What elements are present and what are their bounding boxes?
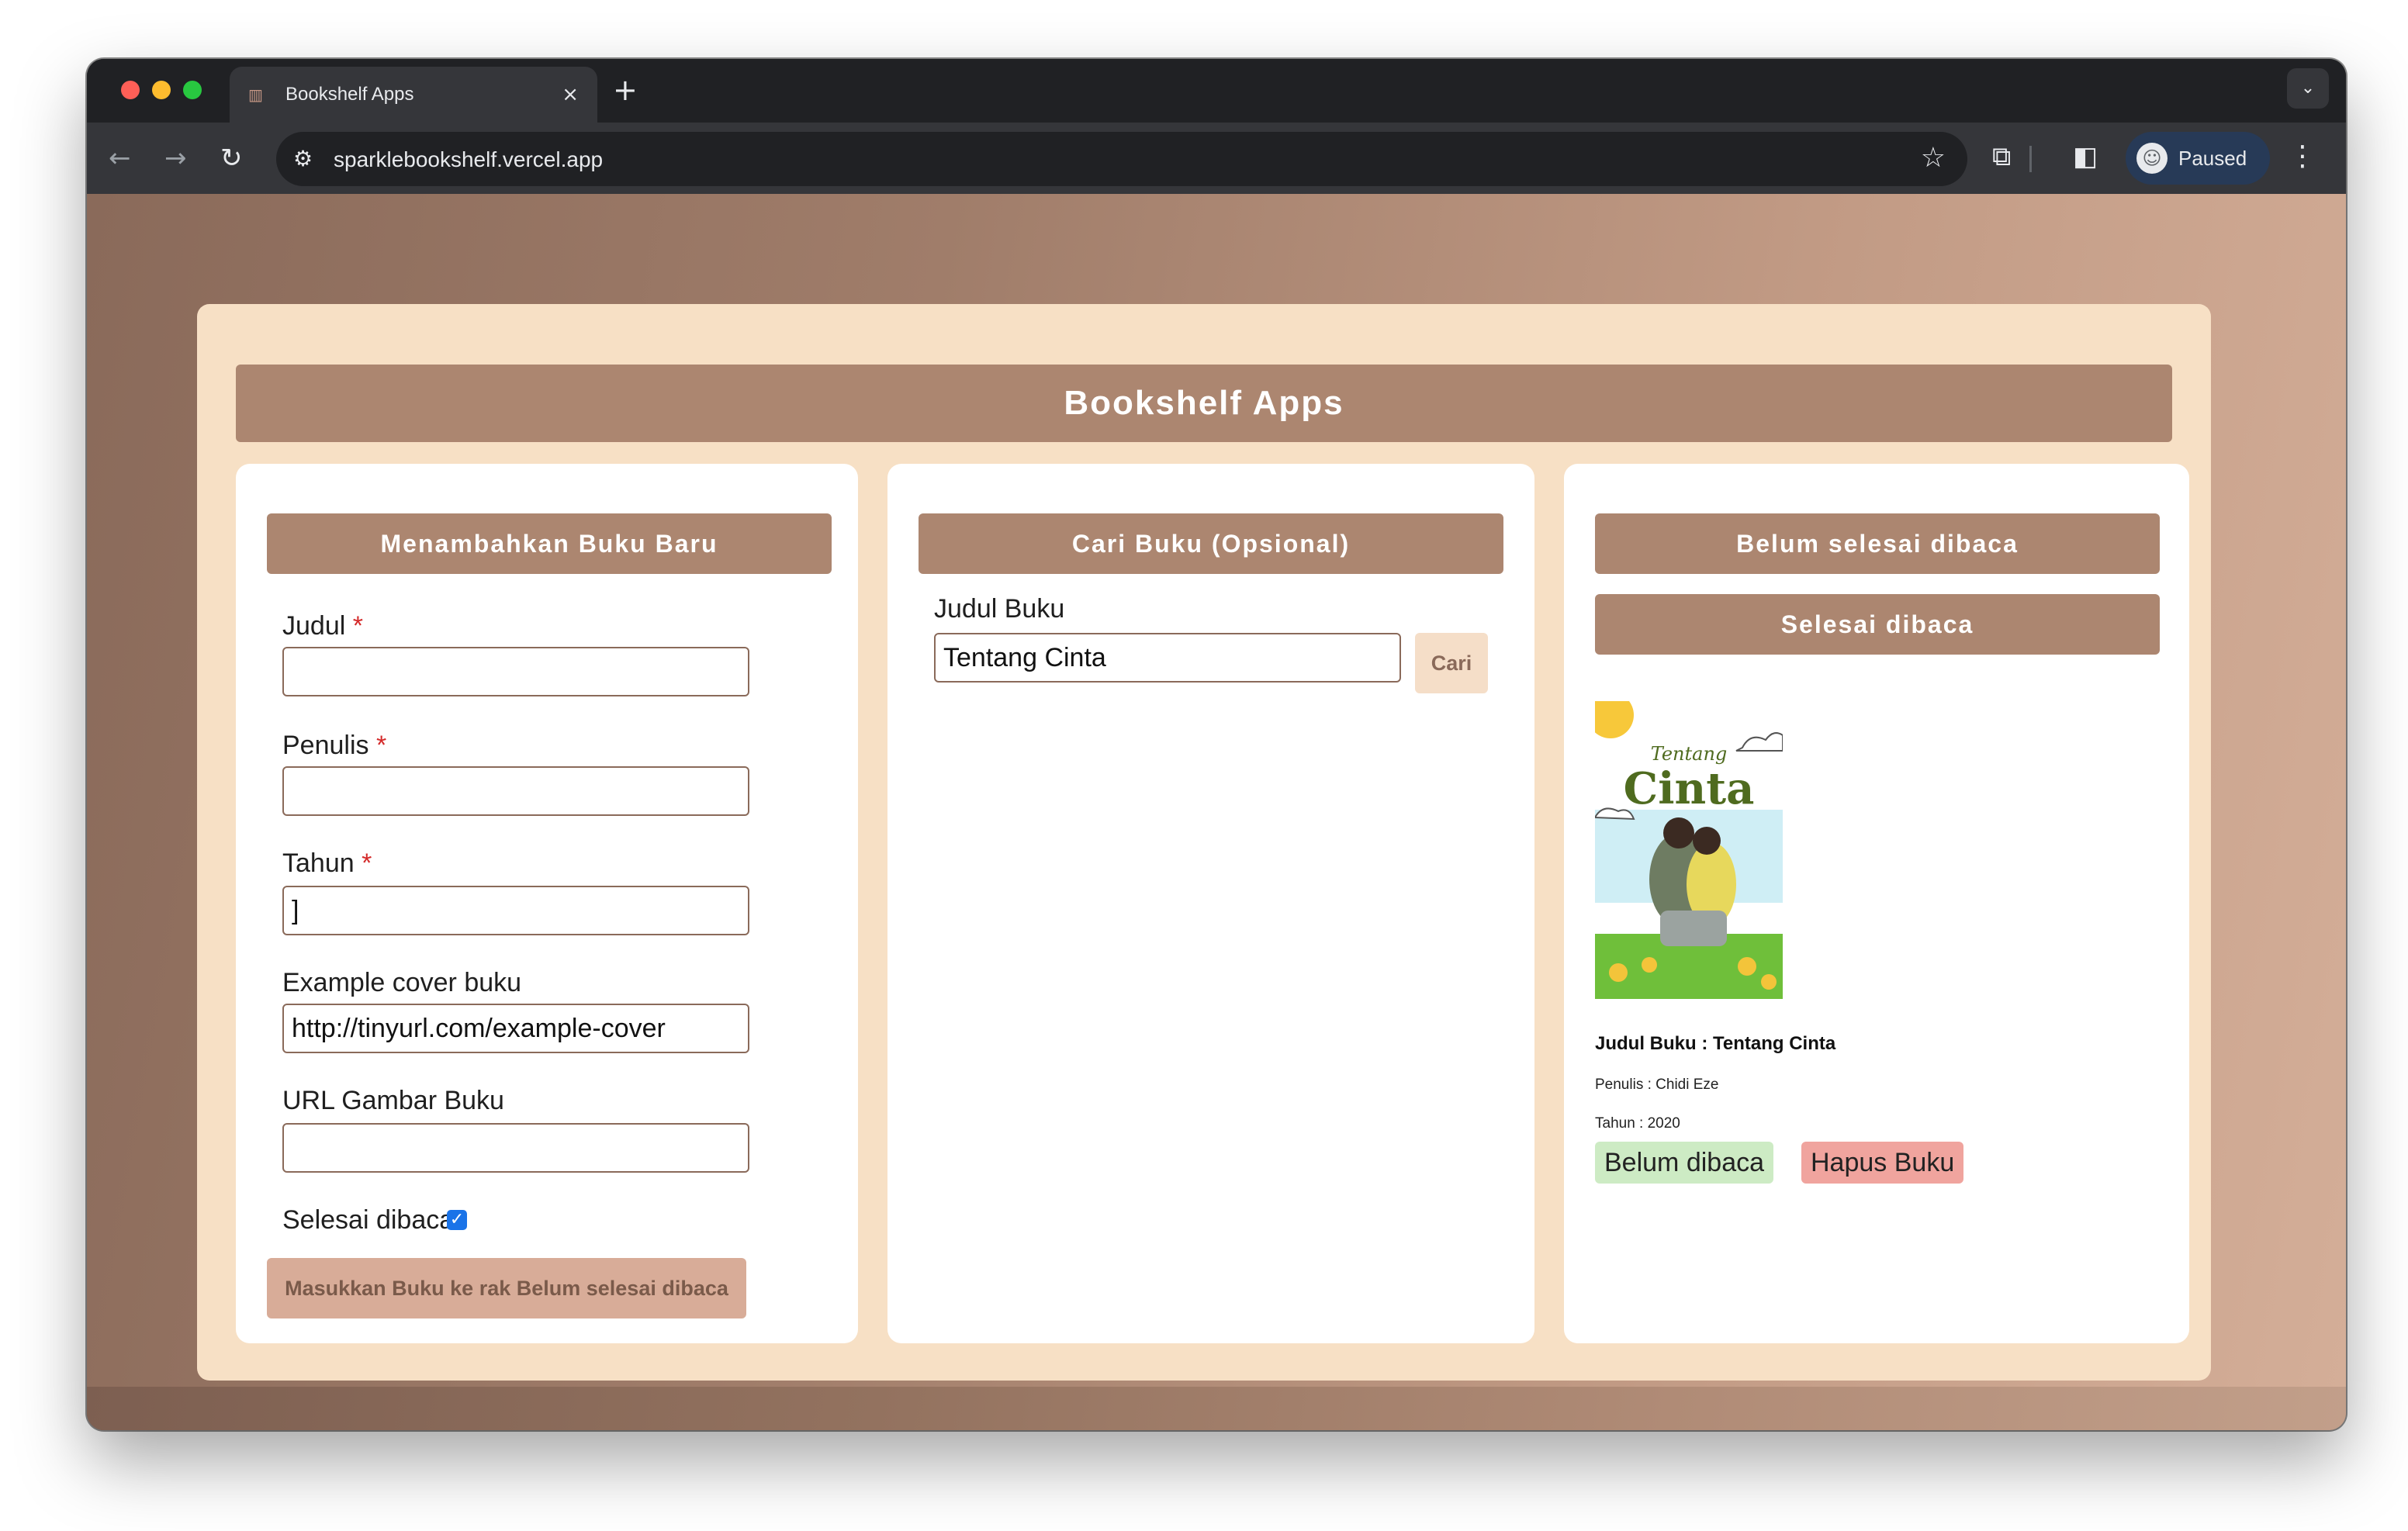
delete-book-button[interactable]: Hapus Buku (1801, 1142, 1964, 1184)
title-input[interactable] (282, 647, 749, 696)
page-viewport: Bookshelf Apps Menambahkan Buku Baru Jud… (87, 194, 2346, 1430)
finished-checkbox-label: Selesai dibaca (282, 1205, 455, 1235)
sidepanel-icon[interactable]: ◧ (2073, 141, 2098, 172)
image-url-input[interactable] (282, 1123, 749, 1173)
cover-title-main: Cinta (1624, 763, 1755, 814)
year-input[interactable]: ] (282, 886, 749, 935)
tab-search-dropdown-icon[interactable]: ⌄ (2287, 68, 2329, 109)
add-book-card: Menambahkan Buku Baru Judul * Penulis * … (236, 464, 858, 1343)
book-cover-illustration: Tentang Cinta (1595, 701, 1783, 999)
browser-window: ▥ Bookshelf Apps × + ⌄ ← → ↻ ⚙ sparklebo… (87, 59, 2346, 1430)
tab-strip: ▥ Bookshelf Apps × + ⌄ (87, 59, 2346, 123)
search-button[interactable]: Cari (1415, 633, 1488, 693)
browser-toolbar: ← → ↻ ⚙ sparklebookshelf.vercel.app ☆ ⧉ … (87, 123, 2346, 194)
star-icon[interactable]: ☆ (1921, 143, 1946, 174)
tab-finished-shelf[interactable]: Selesai dibaca (1595, 594, 2160, 655)
tab-bookshelf-apps[interactable]: ▥ Bookshelf Apps × (230, 67, 597, 123)
avatar: ☺ (2136, 143, 2168, 174)
search-input[interactable]: Tentang Cinta (934, 633, 1401, 683)
menu-icon[interactable]: ⋮ (2289, 140, 2316, 174)
search-label: Judul Buku (934, 594, 1065, 624)
search-card: Cari Buku (Opsional) Judul Buku Tentang … (887, 464, 1534, 1343)
site-settings-icon[interactable]: ⚙ (293, 146, 313, 172)
minimize-window-button[interactable] (152, 81, 171, 99)
shelves-card: Belum selesai dibaca Selesai dibaca Tent… (1564, 464, 2189, 1343)
image-url-label: URL Gambar Buku (282, 1086, 504, 1115)
bookshelf-favicon-icon: ▥ (248, 85, 263, 104)
address-bar[interactable]: ⚙ sparklebookshelf.vercel.app ☆ (276, 132, 1967, 186)
author-input[interactable] (282, 766, 749, 816)
forward-icon[interactable]: → (164, 143, 187, 174)
maximize-window-button[interactable] (183, 81, 202, 99)
mark-unread-button[interactable]: Belum dibaca (1595, 1142, 1774, 1184)
close-tab-icon[interactable]: × (562, 83, 579, 106)
add-book-heading: Menambahkan Buku Baru (267, 513, 832, 574)
submit-book-button[interactable]: Masukkan Buku ke rak Belum selesai dibac… (267, 1258, 746, 1318)
url-text[interactable]: sparklebookshelf.vercel.app (334, 147, 603, 172)
app-container: Bookshelf Apps Menambahkan Buku Baru Jud… (197, 304, 2211, 1381)
page-title: Bookshelf Apps (236, 365, 2172, 442)
cover-title-top: Tentang (1651, 743, 1728, 765)
title-label: Judul * (282, 611, 363, 641)
extensions-icon[interactable]: ⧉ (1992, 141, 2011, 172)
close-window-button[interactable] (121, 81, 140, 99)
author-label: Penulis * (282, 731, 387, 760)
search-heading: Cari Buku (Opsional) (919, 513, 1503, 574)
year-label: Tahun * (282, 848, 372, 878)
book-year: Tahun : 2020 (1595, 1115, 1680, 1132)
book-cover-image: Tentang Cinta (1595, 701, 1783, 999)
profile-status: Paused (2178, 146, 2247, 170)
tab-title: Bookshelf Apps (285, 84, 414, 105)
book-title: Judul Buku : Tentang Cinta (1595, 1033, 1836, 1054)
book-author: Penulis : Chidi Eze (1595, 1077, 1719, 1093)
toolbar-divider (2029, 146, 2032, 172)
back-icon[interactable]: ← (109, 143, 131, 174)
tab-unfinished-shelf[interactable]: Belum selesai dibaca (1595, 513, 2160, 574)
new-tab-button[interactable]: + (613, 73, 638, 107)
page-footer-strip (87, 1387, 2346, 1430)
reload-icon[interactable]: ↻ (220, 143, 243, 174)
profile-button[interactable]: ☺ Paused (2126, 132, 2270, 185)
finished-checkbox[interactable]: ✓ (447, 1210, 467, 1230)
cover-example-label: Example cover buku (282, 968, 522, 997)
cover-example-input[interactable]: http://tinyurl.com/example-cover (282, 1004, 749, 1053)
